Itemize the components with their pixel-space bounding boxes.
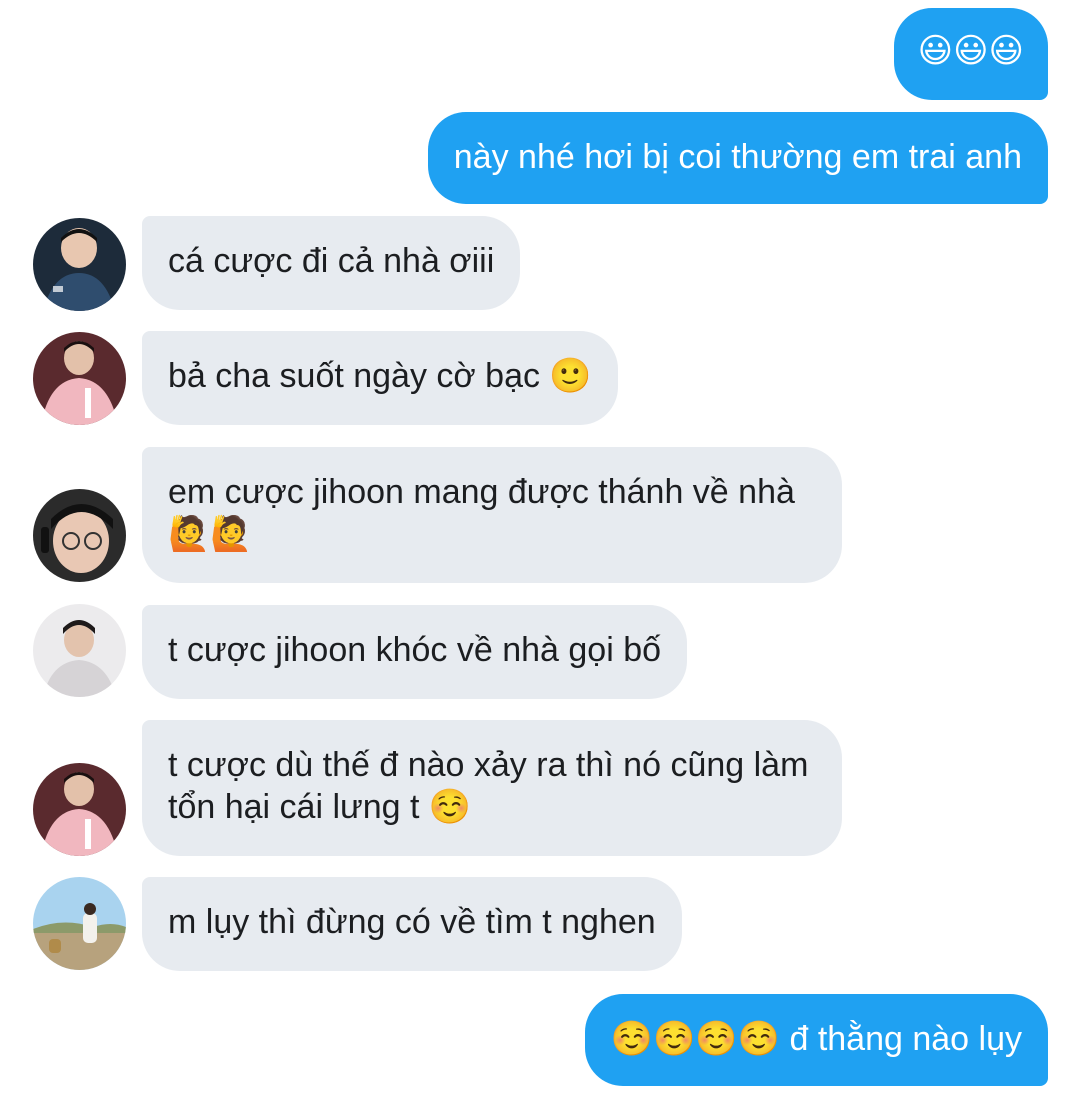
message-bubble-received[interactable]: t cược jihoon khóc về nhà gọi bố xyxy=(142,605,688,699)
avatar[interactable] xyxy=(33,877,126,970)
message-bubble-received[interactable]: em cược jihoon mang được thánh về nhà 🙋🙋 xyxy=(142,447,842,583)
message-bubble-sent[interactable]: ☺️☺️☺️☺️ đ thằng nào lụy xyxy=(584,994,1048,1086)
message-text: t cược dù thế đ nào xảy ra thì nó cũng l… xyxy=(168,746,809,826)
message-bubble-received[interactable]: t cược dù thế đ nào xảy ra thì nó cũng l… xyxy=(142,720,842,856)
message-text: em cược jihoon mang được thánh về nhà 🙋🙋 xyxy=(168,473,795,553)
message-bubble-sent[interactable]: 😃😃😃 xyxy=(893,8,1048,100)
avatar[interactable] xyxy=(33,604,126,697)
avatar[interactable] xyxy=(33,763,126,856)
message-bubble-received[interactable]: bả cha suốt ngày cờ bạc 🙂 xyxy=(142,331,618,425)
avatar[interactable] xyxy=(33,332,126,425)
message-text: t cược jihoon khóc về nhà gọi bố xyxy=(168,631,662,669)
message-text: bả cha suốt ngày cờ bạc 🙂 xyxy=(168,357,592,395)
message-text: này nhé hơi bị coi thường em trai anh xyxy=(453,138,1022,176)
message-text: 😃😃😃 xyxy=(917,32,1024,70)
message-text: ☺️☺️☺️☺️ đ thằng nào lụy xyxy=(610,1020,1022,1058)
message-text: m lụy thì đừng có về tìm t nghen xyxy=(168,903,656,941)
avatar[interactable] xyxy=(33,218,126,311)
message-text: cá cược đi cả nhà ơiii xyxy=(168,242,495,280)
message-bubble-sent[interactable]: này nhé hơi bị coi thường em trai anh xyxy=(427,112,1048,204)
avatar[interactable] xyxy=(33,489,126,582)
message-bubble-received[interactable]: cá cược đi cả nhà ơiii xyxy=(142,216,521,310)
message-bubble-received[interactable]: m lụy thì đừng có về tìm t nghen xyxy=(142,877,682,971)
